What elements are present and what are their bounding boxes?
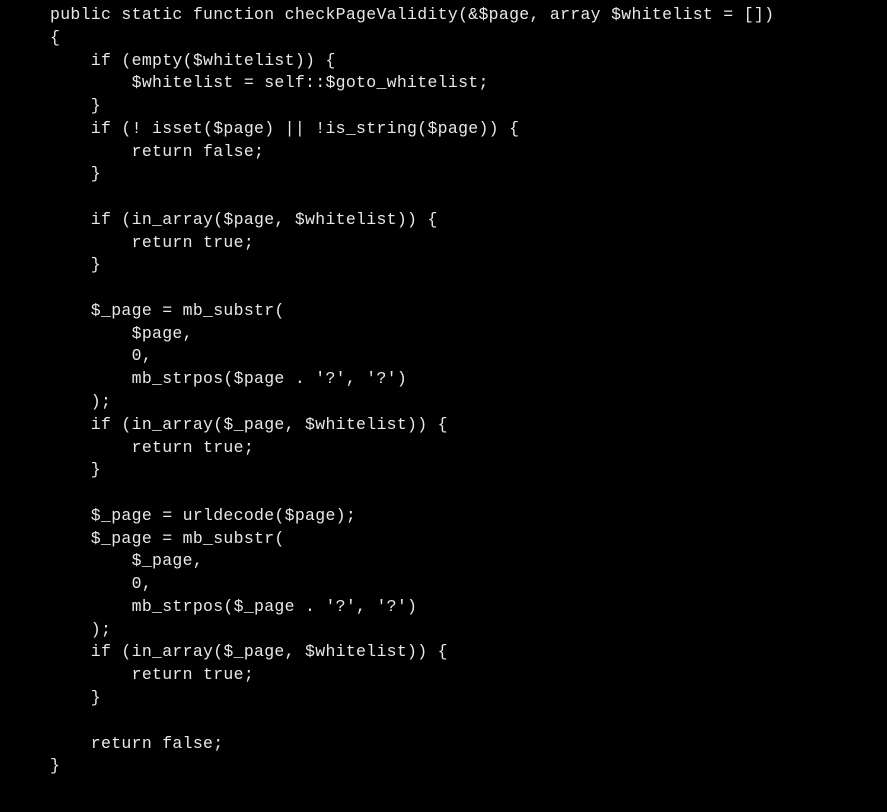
php-code: public static function checkPageValidity… [50, 5, 774, 775]
code-block: public static function checkPageValidity… [0, 0, 887, 778]
